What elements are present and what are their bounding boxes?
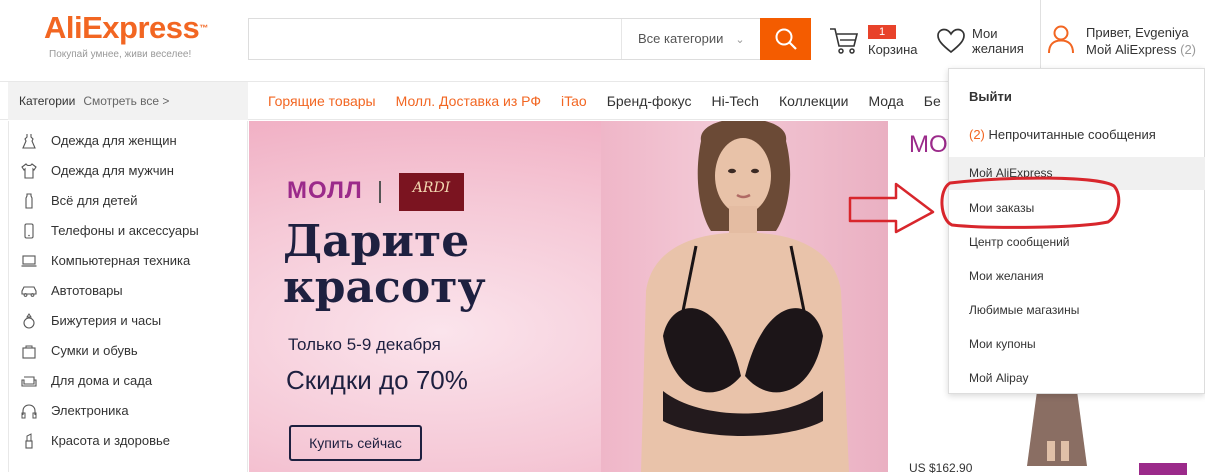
search-category-select[interactable]: Все категории ⌄ [621,19,761,59]
cart-icon [830,28,859,54]
sidebar-item-electronics[interactable]: Электроника [21,396,241,426]
sidebar-item-jewelry[interactable]: Бижутерия и часы [21,306,241,336]
my-wishlist-link[interactable]: Мои желания [969,269,1044,283]
nav-link-truncated[interactable]: Бе [924,82,941,120]
account-dropdown: Выйти (2) Непрочитанные сообщения Мой Al… [948,68,1205,394]
wishlist-button[interactable]: Мои желания [936,22,1036,62]
sidebar-item-men[interactable]: Одежда для мужчин [21,156,241,186]
categories-label: Категории [19,94,76,108]
search-button[interactable] [760,18,811,60]
heart-icon [937,28,965,54]
search-bar: Все категории ⌄ [248,18,811,60]
see-all-link[interactable]: Смотреть все > [83,94,169,108]
promo-banner[interactable]: МОЛЛ ARDI Дарите красоту Только 5-9 дека… [249,121,888,472]
banner-title: Дарите красоту [283,216,486,313]
logout-link[interactable]: Выйти [969,89,1012,104]
sidebar-item-auto[interactable]: Автотовары [21,276,241,306]
nav-link-mall[interactable]: Молл. Доставка из РФ [396,82,541,120]
sidebar-item-women[interactable]: Одежда для женщин [21,126,241,156]
nav-link-itao[interactable]: iTao [561,82,587,120]
nav-link-hot-deals[interactable]: Горящие товары [268,82,376,120]
shirt-icon [21,163,37,179]
sofa-icon [21,376,37,387]
sidebar-item-phones[interactable]: Телефоны и аксессуары [21,216,241,246]
categories-header[interactable]: Категории Смотреть все > [8,82,248,120]
lipstick-icon [25,433,33,449]
model-photo [641,121,849,472]
favorite-stores-link[interactable]: Любимые магазины [969,303,1079,317]
product-badge [1139,463,1187,475]
user-icon [1048,25,1074,54]
dress-icon [22,134,36,149]
unread-messages-link[interactable]: (2) Непрочитанные сообщения [969,127,1156,142]
cart-label: Корзина [868,42,918,57]
account-menu[interactable]: Привет, Evgeniya Мой AliExpress (2) [1040,0,1205,68]
search-icon [775,28,797,50]
sidebar-item-computers[interactable]: Компьютерная техника [21,246,241,276]
logo-tagline: Покупай умнее, живи веселее! [49,49,192,60]
ring-icon [23,313,35,329]
banner-sale: Скидки до 70% [286,365,468,395]
coat-product-image[interactable] [1017,391,1097,466]
chevron-down-icon: ⌄ [735,34,745,46]
wishlist-label: Мои желания [972,26,1024,56]
nav-link-collections[interactable]: Коллекции [779,82,849,120]
nav-link-brand-focus[interactable]: Бренд-фокус [607,82,692,120]
banner-mall-label: МОЛЛ [287,177,363,204]
search-category-label: Все категории [638,31,724,46]
headphones-icon [21,404,37,419]
nav-links: Горящие товары Молл. Доставка из РФ iTao… [268,82,961,120]
nav-link-fashion[interactable]: Мода [868,82,903,120]
banner-brand-logo: ARDI [399,173,464,211]
cart-count-badge: 1 [868,25,896,39]
sidebar-item-kids[interactable]: Всё для детей [21,186,241,216]
aliexpress-logo[interactable]: AliExpress™ Покупай умнее, живи веселее! [44,10,208,60]
car-icon [21,286,37,297]
sidebar-item-bags[interactable]: Сумки и обувь [21,336,241,366]
category-sidebar: Одежда для женщин Одежда для мужчин Всё … [8,121,248,472]
bag-icon [22,345,36,359]
mall-panel-title: МО [909,131,948,158]
account-greeting: Привет, Evgeniya [1086,25,1189,40]
account-my-aliexpress[interactable]: Мой AliExpress (2) [1086,42,1196,57]
sidebar-item-home[interactable]: Для дома и сада [21,366,241,396]
my-alipay-link[interactable]: Мой Alipay [969,371,1029,385]
sidebar-item-beauty[interactable]: Красота и здоровье [21,426,241,456]
dropdown-my-aliexpress[interactable]: Мой AliExpress [949,157,1205,190]
product-price: US $162.90 [909,461,973,475]
my-orders-link[interactable]: Мои заказы [969,201,1034,215]
nav-link-hi-tech[interactable]: Hi-Tech [711,82,758,120]
logo-wordmark: AliExpress™ [44,10,208,45]
baby-bottle-icon [25,193,33,209]
banner-divider [379,181,381,203]
laptop-icon [21,255,37,267]
banner-dates: Только 5-9 декабря [288,335,441,354]
buy-now-button[interactable]: Купить сейчас [289,425,422,461]
my-coupons-link[interactable]: Мои купоны [969,337,1036,351]
cart-button[interactable]: 1 Корзина [828,22,920,62]
search-input[interactable] [249,19,621,59]
phone-icon [24,223,34,239]
message-center-link[interactable]: Центр сообщений [969,235,1069,249]
